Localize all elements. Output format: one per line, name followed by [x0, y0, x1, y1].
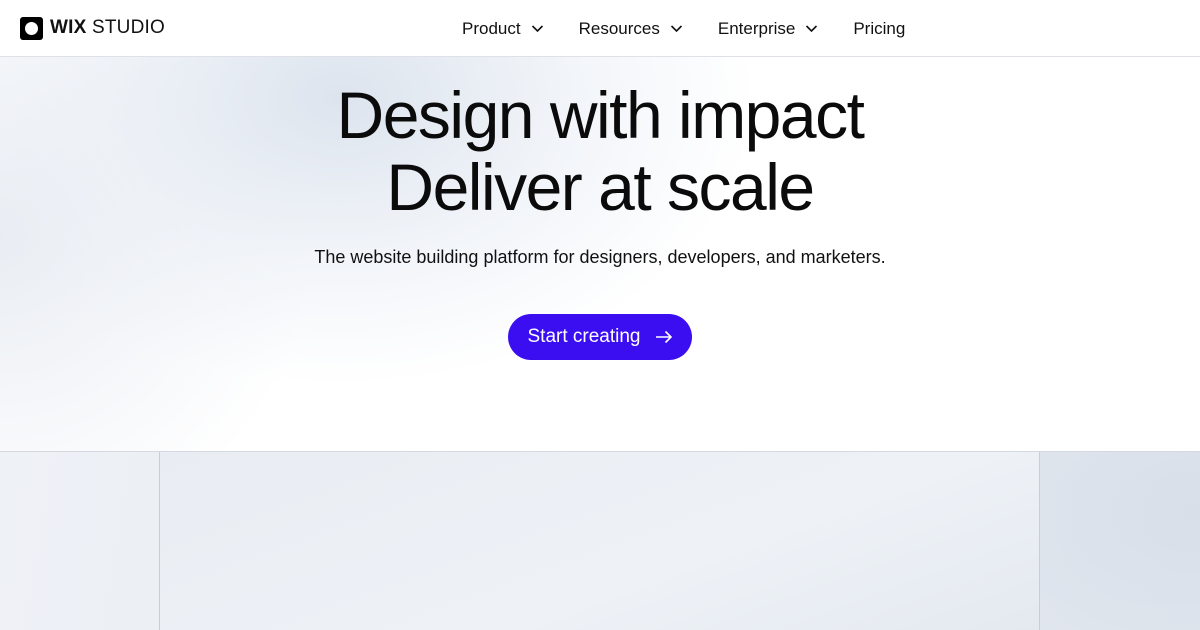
showcase-panel-right: [1040, 452, 1200, 630]
nav-item-product[interactable]: Product: [462, 19, 544, 39]
nav-item-label: Pricing: [853, 18, 906, 38]
logo-wordmark: WIX STUDIO: [50, 17, 165, 38]
wix-studio-logo-icon: [20, 16, 43, 40]
showcase-panel-center: [160, 452, 1040, 630]
chevron-down-icon: [531, 25, 543, 33]
headline-line-1: Design with impact: [336, 78, 865, 152]
nav-item-label: Product: [462, 18, 521, 38]
hero-headline: Design with impact Deliver at scale: [0, 79, 1200, 223]
hero-subheadline: The website building platform for design…: [314, 247, 886, 267]
site-header: WIX STUDIO Product Resources Enterprise …: [0, 0, 1200, 57]
nav-item-enterprise[interactable]: Enterprise: [718, 19, 818, 39]
cta-label: Start creating: [527, 326, 641, 347]
wix-studio-logo[interactable]: WIX STUDIO: [20, 16, 165, 40]
chevron-down-icon: [806, 25, 818, 33]
chevron-down-icon: [670, 25, 682, 33]
arrow-right-icon: [655, 330, 672, 344]
hero-section: Design with impact Deliver at scale The …: [0, 57, 1200, 451]
nav-item-label: Resources: [578, 18, 660, 38]
nav-item-label: Enterprise: [717, 18, 796, 38]
nav-item-pricing[interactable]: Pricing: [853, 19, 905, 39]
showcase-panel-left: [0, 452, 160, 630]
showcase-section: [0, 451, 1200, 630]
main-nav: Product Resources Enterprise Pricing: [462, 0, 905, 57]
start-creating-button[interactable]: Start creating: [508, 314, 692, 360]
headline-line-2: Deliver at scale: [386, 150, 815, 224]
nav-item-resources[interactable]: Resources: [579, 19, 683, 39]
